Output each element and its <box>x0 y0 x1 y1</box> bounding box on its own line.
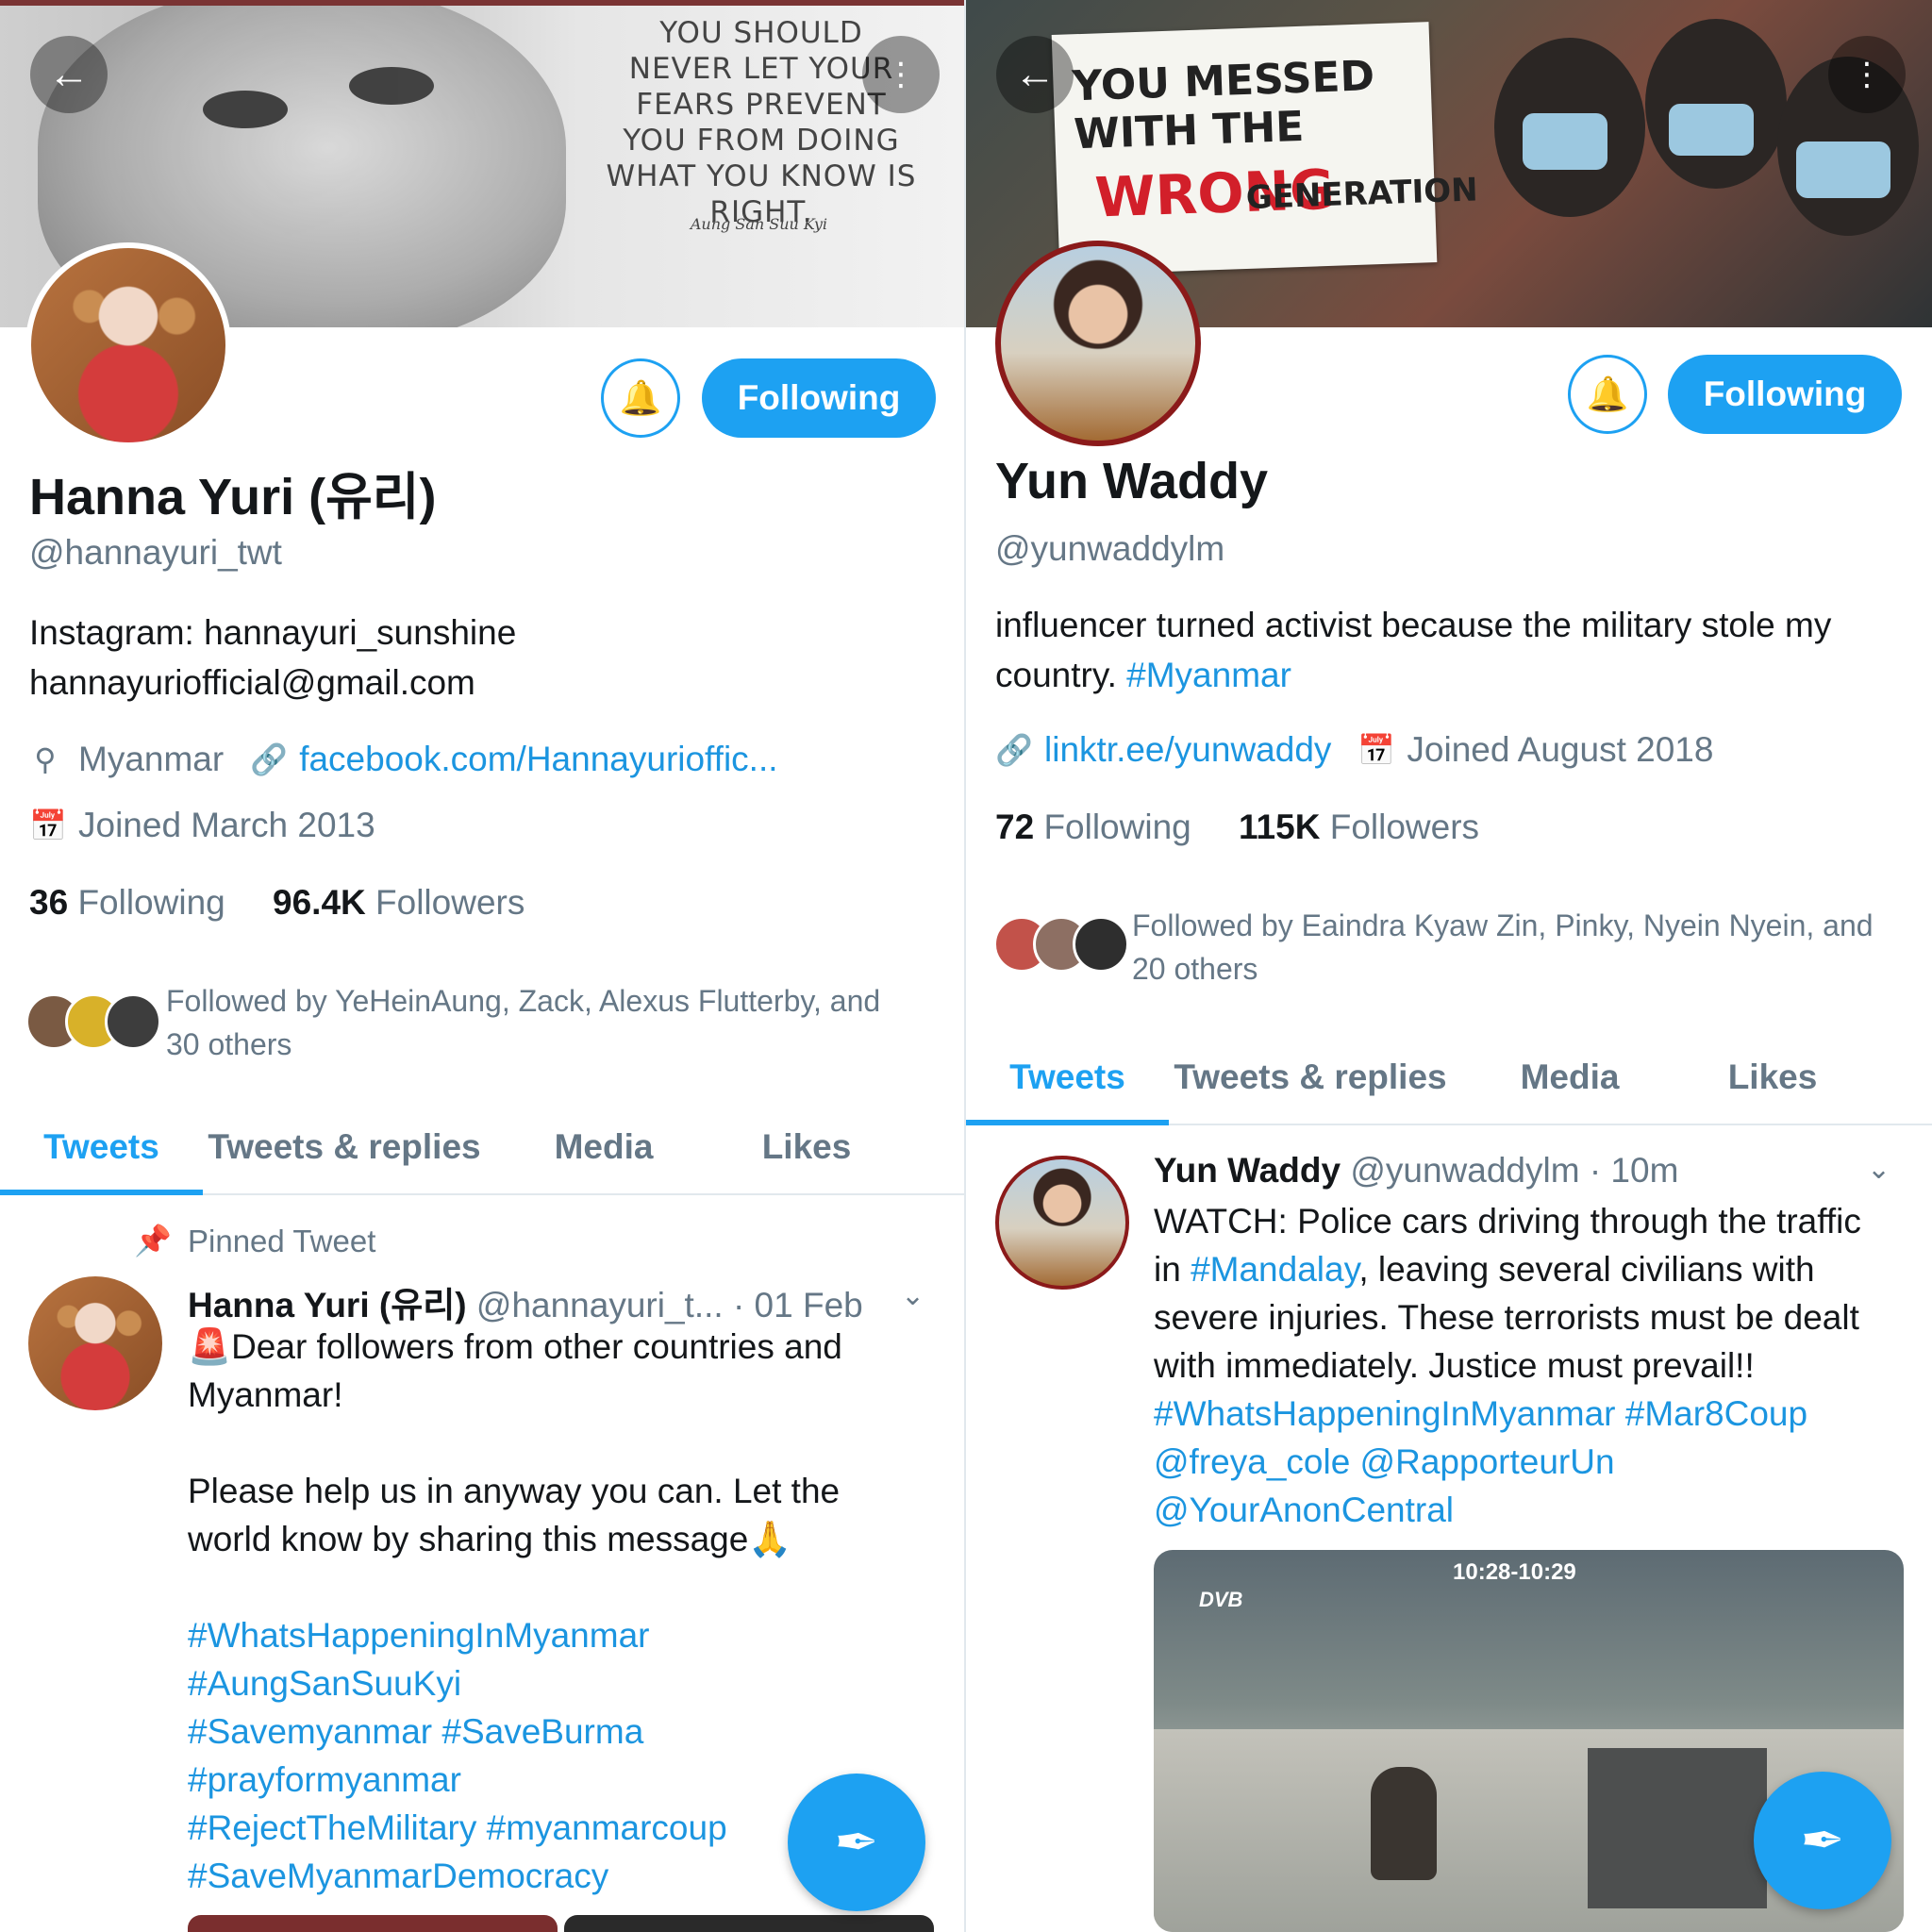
compose-tweet-icon: ✒ <box>834 1812 879 1872</box>
tab-likes[interactable]: Likes <box>1688 1031 1857 1124</box>
hashtag-link[interactable]: #Mandalay <box>1191 1250 1358 1289</box>
compose-tweet-button-overlay[interactable]: ✒ <box>1754 1772 1891 1909</box>
banner-quote: YOU SHOULD NEVER LET YOUR FEARS PREVENT … <box>606 16 917 229</box>
bio-line: Instagram: hannayuri_sunshine <box>29 613 517 652</box>
tweet-avatar[interactable] <box>995 1156 1129 1290</box>
banner-signature: Aung San Suu Kyi <box>690 215 827 233</box>
profile-bio: influencer turned activist because the m… <box>995 600 1915 700</box>
profile-stats: 72 Following 115K Followers <box>995 808 1479 847</box>
calendar-icon: 📅 <box>29 808 67 842</box>
profile-panel-hanna: YOU SHOULD NEVER LET YOUR FEARS PREVENT … <box>0 0 964 1932</box>
profile-stats: 36 Following 96.4K Followers <box>29 883 525 923</box>
follower-avatar <box>105 993 161 1050</box>
tweet-author-name[interactable]: Hanna Yuri (유리) <box>188 1286 467 1324</box>
bell-plus-icon: 🔔 <box>1586 375 1629 413</box>
profile-joined-row: 📅 Joined March 2013 <box>29 806 375 845</box>
tweet-body: WATCH: Police cars driving through the t… <box>1154 1197 1927 1534</box>
tweet-author-handle[interactable]: @yunwaddylm <box>1350 1151 1579 1190</box>
more-vertical-icon: ⋮ <box>1851 57 1883 92</box>
following-button[interactable]: Following <box>1668 355 1902 434</box>
tweet-time: · 01 Feb <box>732 1286 863 1324</box>
back-button[interactable]: ← <box>996 36 1074 113</box>
tab-tweets[interactable]: Tweets <box>0 1101 203 1195</box>
profile-handle: @hannayuri_twt <box>29 533 282 572</box>
follower-avatar <box>1073 916 1129 973</box>
video-timestamp: 10:28-10:29 <box>1453 1559 1576 1585</box>
followed-by-text[interactable]: Followed by YeHeinAung, Zack, Alexus Flu… <box>166 979 940 1066</box>
mention-link[interactable]: @freya_cole @RapporteurUn <box>1154 1438 1927 1486</box>
pin-icon: 📌 <box>134 1224 172 1257</box>
tab-tweets-replies[interactable]: Tweets & replies <box>203 1101 486 1193</box>
banner-protest-sign: YOU MESSED WITH THE WRONG GENERATION <box>1051 22 1478 275</box>
tab-media[interactable]: Media <box>1452 1031 1688 1124</box>
more-options-button[interactable]: ⋮ <box>862 36 940 113</box>
profile-tabs: Tweets Tweets & replies Media Likes <box>966 1031 1932 1125</box>
hashtag-link[interactable]: #WhatsHappeningInMyanmar <box>188 1611 942 1659</box>
chevron-down-icon[interactable]: ⌄ <box>901 1279 924 1312</box>
tweet-author-handle[interactable]: @hannayuri_t... <box>476 1286 724 1324</box>
tweet-time: · 10m <box>1589 1151 1679 1190</box>
profile-joined: Joined August 2018 <box>1407 730 1714 769</box>
link-icon: 🔗 <box>995 733 1033 767</box>
hashtag-link[interactable]: #Myanmar <box>1126 656 1291 694</box>
back-arrow-icon: ← <box>48 51 90 97</box>
followers-count-link[interactable]: 96.4K Followers <box>273 883 525 922</box>
following-count-link[interactable]: 72 Following <box>995 808 1191 846</box>
followers-count-link[interactable]: 115K Followers <box>1239 808 1479 846</box>
profile-handle: @yunwaddylm <box>995 529 1225 568</box>
tab-media[interactable]: Media <box>486 1101 722 1193</box>
link-icon: 🔗 <box>250 742 289 776</box>
tweet-header: Hanna Yuri (유리) @hannayuri_t... · 01 Feb <box>188 1276 863 1327</box>
bio-line: influencer turned activist because the m… <box>995 606 1832 644</box>
profile-name: Yun Waddy <box>995 453 1269 509</box>
tweet-avatar[interactable] <box>28 1276 162 1410</box>
mention-link[interactable]: @YourAnonCentral <box>1154 1486 1927 1534</box>
more-options-button[interactable]: ⋮ <box>1828 36 1906 113</box>
tweet-header: Yun Waddy @yunwaddylm · 10m <box>1154 1151 1678 1191</box>
location-pin-icon: ⚲ <box>34 742 57 776</box>
profile-name: Hanna Yuri (유리) <box>29 469 437 525</box>
calendar-icon: 📅 <box>1357 733 1396 767</box>
notifications-button[interactable]: 🔔 <box>1568 355 1647 434</box>
profile-meta-row: 🔗 linktr.ee/yunwaddy 📅 Joined August 201… <box>995 730 1713 770</box>
pinned-label: Pinned Tweet <box>188 1224 376 1258</box>
profile-website[interactable]: linktr.ee/yunwaddy <box>1044 730 1331 770</box>
back-button[interactable]: ← <box>30 36 108 113</box>
tab-tweets-replies[interactable]: Tweets & replies <box>1169 1031 1452 1124</box>
bell-plus-icon: 🔔 <box>619 378 662 417</box>
profile-location: Myanmar <box>78 740 225 778</box>
hashtag-link[interactable]: #AungSanSuuKyi <box>188 1659 942 1707</box>
compose-tweet-button[interactable]: ✒ <box>788 1774 925 1911</box>
profile-bio: Instagram: hannayuri_sunshine hannayurio… <box>29 608 516 708</box>
followed-by-text[interactable]: Followed by Eaindra Kyaw Zin, Pinky, Nye… <box>1132 904 1915 991</box>
notifications-button[interactable]: 🔔 <box>601 358 680 438</box>
tweet-author-name[interactable]: Yun Waddy <box>1154 1151 1341 1190</box>
profile-meta-row: ⚲ Myanmar 🔗 facebook.com/Hannayurioffic.… <box>29 740 777 779</box>
following-button[interactable]: Following <box>702 358 936 438</box>
back-arrow-icon: ← <box>1014 51 1056 97</box>
hashtag-link[interactable]: #Savemyanmar #SaveBurma <box>188 1707 942 1756</box>
hashtag-link[interactable]: #WhatsHappeningInMyanmar #Mar8Coup <box>1154 1390 1927 1438</box>
bio-line: hannayuriofficial@gmail.com <box>29 663 475 702</box>
compose-tweet-icon: ✒ <box>1800 1810 1845 1870</box>
tab-likes[interactable]: Likes <box>722 1101 891 1193</box>
profile-avatar[interactable] <box>25 242 231 448</box>
bio-line: country. #Myanmar <box>995 656 1291 694</box>
video-logo: DVB <box>1199 1588 1243 1611</box>
tab-tweets[interactable]: Tweets <box>966 1031 1169 1125</box>
chevron-down-icon[interactable]: ⌄ <box>1867 1153 1890 1186</box>
profile-tabs: Tweets Tweets & replies Media Likes <box>0 1101 964 1195</box>
tweet-media-preview[interactable] <box>188 1915 558 1932</box>
profile-website[interactable]: facebook.com/Hannayurioffic... <box>299 740 777 779</box>
more-vertical-icon: ⋮ <box>885 57 917 92</box>
following-count-link[interactable]: 36 Following <box>29 883 225 922</box>
tweet-media-preview[interactable] <box>564 1915 934 1932</box>
profile-joined: Joined March 2013 <box>78 806 375 844</box>
profile-avatar[interactable] <box>995 241 1201 446</box>
